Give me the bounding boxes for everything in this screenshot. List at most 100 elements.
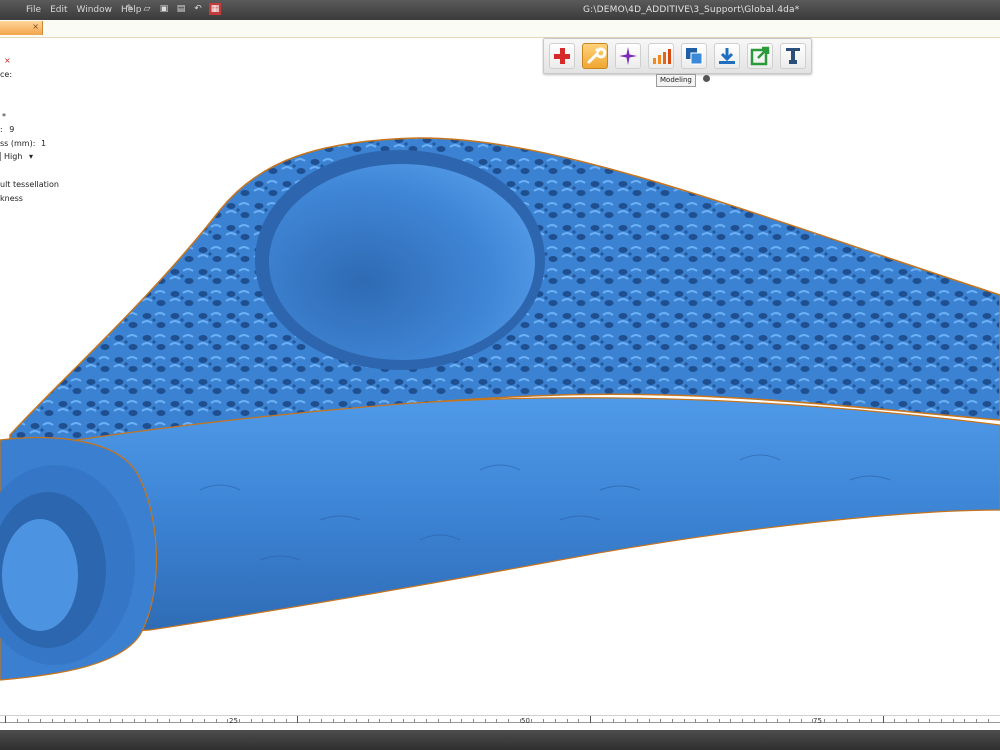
ruler-tick — [777, 719, 778, 723]
quick-access-toolbar: ✎ ▱ ▣ ▤ ↶ ▦ — [124, 3, 221, 15]
ruler-tick — [508, 719, 509, 723]
export-button[interactable] — [747, 43, 773, 69]
ruler-tick — [309, 719, 310, 723]
ruler-tick — [613, 719, 614, 723]
ruler-tick — [286, 719, 287, 723]
ruler-tick — [496, 719, 497, 723]
import-button[interactable] — [714, 43, 740, 69]
ruler-tick — [64, 719, 65, 723]
modeling-button[interactable] — [582, 43, 608, 69]
ruler-tick — [883, 716, 884, 723]
ruler-tick — [742, 719, 743, 723]
tab-close-button[interactable]: × — [32, 22, 39, 31]
ruler-tick — [672, 719, 673, 723]
ruler-tick — [450, 719, 451, 723]
ruler-tick — [684, 719, 685, 723]
menu-edit[interactable]: Edit — [50, 5, 67, 15]
ruler-tick — [894, 719, 895, 723]
ruler-tick — [368, 719, 369, 723]
ruler-tick — [719, 719, 720, 723]
ruler-tick — [99, 719, 100, 723]
ruler-tick — [847, 719, 848, 723]
add-button[interactable] — [549, 43, 575, 69]
ruler-tick — [52, 719, 53, 723]
ruler-tick — [976, 719, 977, 723]
layers-button[interactable] — [681, 43, 707, 69]
ruler-tick — [485, 719, 486, 723]
undo-icon[interactable]: ↶ — [192, 3, 204, 15]
support-button[interactable] — [780, 43, 806, 69]
timeline-ruler[interactable]: 25 50 75 — [0, 715, 1000, 730]
menu-window[interactable]: Window — [77, 5, 113, 15]
ruler-tick — [531, 719, 532, 723]
open-folder-icon[interactable]: ▱ — [141, 3, 153, 15]
ruler-tick — [871, 719, 872, 723]
ruler-tick — [637, 719, 638, 723]
ruler-tick — [145, 719, 146, 723]
bar-chart-icon — [653, 49, 671, 64]
ruler-tick — [75, 719, 76, 723]
ruler-tick — [730, 719, 731, 723]
ruler-tick — [379, 719, 380, 723]
ruler-tick — [122, 719, 123, 723]
wrench-icon — [587, 47, 607, 64]
ruler-tick — [988, 719, 989, 723]
ruler-tick — [180, 719, 181, 723]
ruler-tick — [929, 719, 930, 723]
ruler-tick — [333, 719, 334, 723]
window-title: G:\DEMO\4D_ADDITIVE\3_Support\Global.4da… — [583, 5, 800, 15]
pen-icon[interactable]: ✎ — [124, 3, 136, 15]
ruler-tick — [801, 719, 802, 723]
ruler-tick — [953, 719, 954, 723]
3d-viewport[interactable] — [0, 90, 1000, 710]
ruler-tick — [461, 719, 462, 723]
ruler-tick — [473, 719, 474, 723]
ruler-tick — [251, 719, 252, 723]
bearing-hole — [269, 164, 535, 360]
ruler-tick — [438, 719, 439, 723]
menu-file[interactable]: File — [26, 5, 41, 15]
pdf-icon[interactable]: ▦ — [209, 3, 221, 15]
sparkle-button[interactable] — [615, 43, 641, 69]
copy-icon — [686, 48, 703, 65]
analysis-button[interactable] — [648, 43, 674, 69]
ruler-tick — [216, 719, 217, 723]
lattice-arm-model — [0, 137, 1000, 681]
ruler-tick — [836, 719, 837, 723]
ruler-tick — [695, 719, 696, 723]
ruler-tick — [134, 719, 135, 723]
ruler-tick — [391, 719, 392, 723]
ruler-tick — [40, 719, 41, 723]
export-icon — [750, 46, 770, 66]
ruler-tick — [403, 719, 404, 723]
ruler-tick — [17, 719, 18, 723]
ruler-label: 50 — [521, 717, 530, 725]
ruler-tick — [169, 719, 170, 723]
ruler-tick — [660, 719, 661, 723]
download-icon — [719, 48, 735, 64]
ruler-tick — [274, 719, 275, 723]
close-icon[interactable]: × — [4, 56, 11, 65]
info-icon — [703, 75, 710, 82]
save-icon[interactable]: ▣ — [158, 3, 170, 15]
ruler-tick — [28, 719, 29, 723]
ruler-tick — [906, 719, 907, 723]
ruler-tick — [578, 719, 579, 723]
ruler-tick — [590, 716, 591, 723]
ruler-tick — [87, 719, 88, 723]
boss-hole — [2, 519, 78, 631]
print-icon[interactable]: ▤ — [175, 3, 187, 15]
ruler-tick — [414, 719, 415, 723]
ruler-tick — [789, 719, 790, 723]
ruler-tick — [110, 719, 111, 723]
ruler-label: 25 — [229, 717, 238, 725]
status-bar — [0, 730, 1000, 750]
ruler-tick — [157, 719, 158, 723]
ruler-tick — [321, 719, 322, 723]
ruler-tick — [356, 719, 357, 723]
document-tab[interactable]: × — [0, 21, 43, 35]
ruler-tick — [5, 716, 6, 723]
support-icon — [786, 48, 800, 64]
ruler-tick — [766, 719, 767, 723]
ruler-tick — [192, 719, 193, 723]
